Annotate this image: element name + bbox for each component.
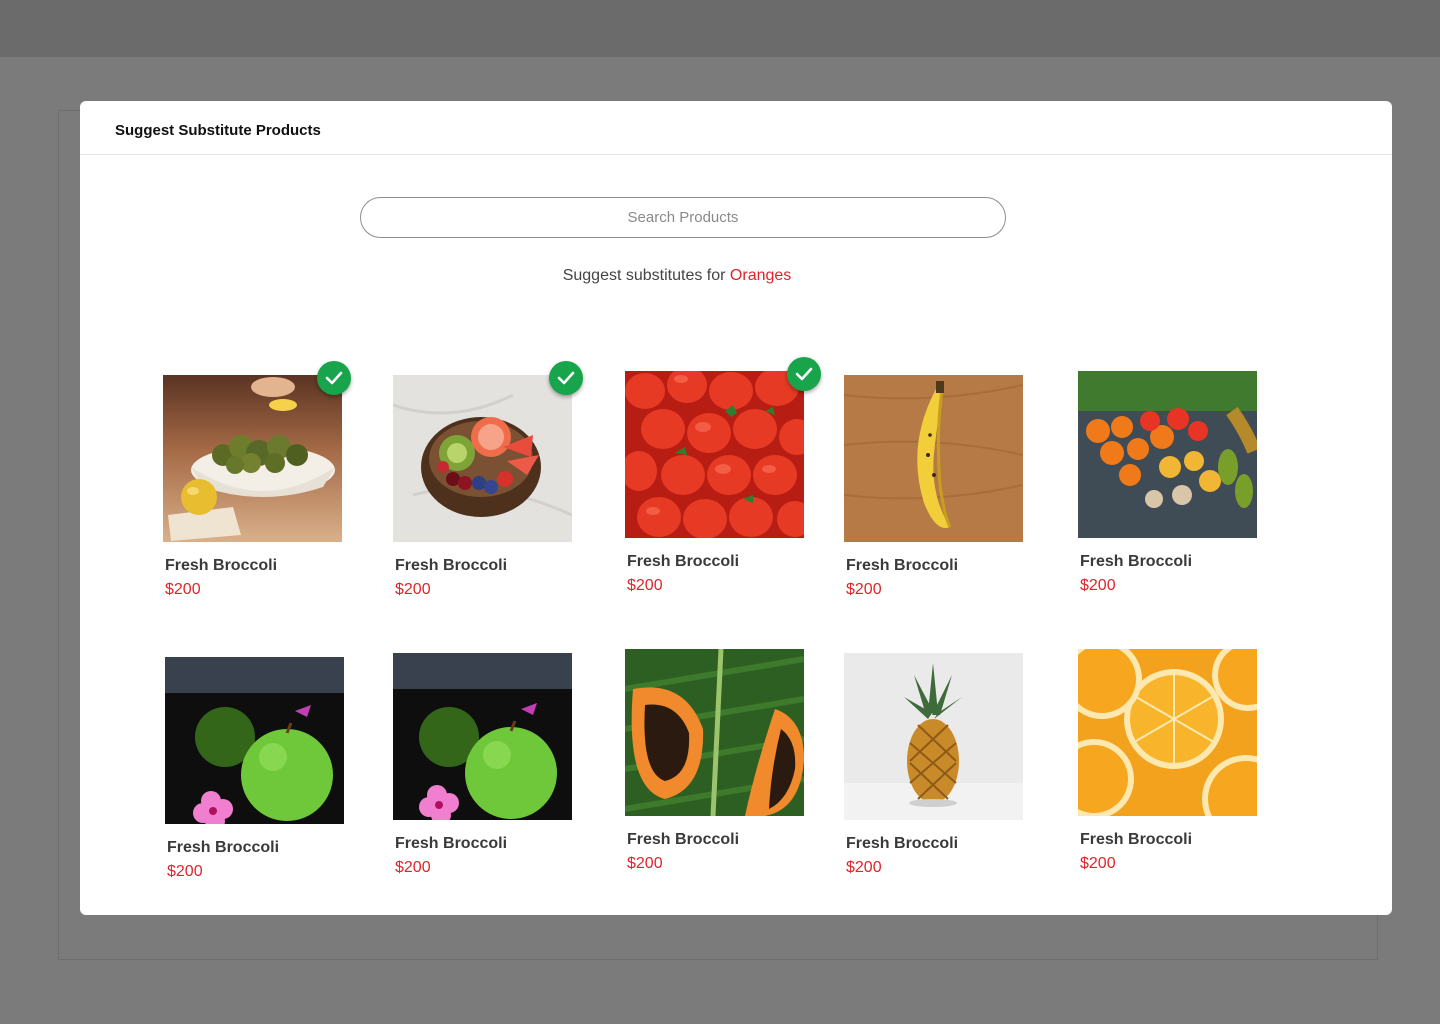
product-name: Fresh Broccoli <box>1080 831 1193 848</box>
product-price: $200 <box>167 863 203 880</box>
product-name: Fresh Broccoli <box>627 831 740 848</box>
substitute-subtitle: Suggest substitutes for Oranges <box>80 267 1274 285</box>
product-name: Fresh Broccoli <box>395 557 508 574</box>
selected-check-icon[interactable] <box>317 361 351 395</box>
search-input[interactable] <box>360 197 1006 238</box>
product-image-pineapple <box>844 653 1023 820</box>
product-price: $200 <box>165 581 201 598</box>
product-card[interactable]: Fresh Broccoli $200 <box>165 657 344 881</box>
product-image-green-apple <box>393 653 572 820</box>
product-name: Fresh Broccoli <box>627 553 740 570</box>
product-name: Fresh Broccoli <box>395 835 508 852</box>
modal-title: Suggest Substitute Products <box>115 122 321 139</box>
product-price: $200 <box>395 581 431 598</box>
product-card[interactable]: Fresh Broccoli $200 <box>1078 371 1257 595</box>
product-name: Fresh Broccoli <box>846 835 959 852</box>
product-price: $200 <box>1080 855 1116 872</box>
product-image-papaya <box>625 649 804 816</box>
product-card[interactable]: Fresh Broccoli $200 <box>163 361 351 599</box>
product-image-green-apple <box>165 657 344 824</box>
product-name: Fresh Broccoli <box>165 557 278 574</box>
product-card[interactable]: Fresh Broccoli $200 <box>1078 649 1257 873</box>
product-card[interactable]: Fresh Broccoli $200 <box>844 653 1023 877</box>
product-price: $200 <box>846 581 882 598</box>
product-card[interactable]: Fresh Broccoli $200 <box>625 649 804 873</box>
suggest-substitute-modal: Suggest Substitute Products Suggest subs… <box>80 101 1392 915</box>
product-card[interactable]: Fresh Broccoli $200 <box>844 375 1023 599</box>
product-image-mixed-produce <box>1078 371 1257 538</box>
product-image-banana <box>844 375 1023 542</box>
product-price: $200 <box>627 855 663 872</box>
product-name: Fresh Broccoli <box>167 839 280 856</box>
product-price: $200 <box>627 577 663 594</box>
product-name: Fresh Broccoli <box>846 557 959 574</box>
subtitle-prefix: Suggest substitutes for <box>562 267 726 284</box>
product-price: $200 <box>395 859 431 876</box>
product-image-strawberries <box>625 371 804 538</box>
product-card[interactable]: Fresh Broccoli $200 <box>393 361 583 599</box>
product-name: Fresh Broccoli <box>1080 553 1193 570</box>
selected-check-icon[interactable] <box>787 357 821 391</box>
modal-header: Suggest Substitute Products <box>80 101 1392 155</box>
product-image-orange-slices <box>1078 649 1257 816</box>
product-image-broccoli-bowl <box>163 375 342 542</box>
product-card[interactable]: Fresh Broccoli $200 <box>393 653 572 877</box>
app-top-bar <box>0 0 1440 57</box>
product-price: $200 <box>1080 577 1116 594</box>
selected-check-icon[interactable] <box>549 361 583 395</box>
product-image-fruit-bowl <box>393 375 572 542</box>
product-price: $200 <box>846 859 882 876</box>
target-product-name: Oranges <box>729 267 792 284</box>
product-card[interactable]: Fresh Broccoli $200 <box>625 357 821 595</box>
